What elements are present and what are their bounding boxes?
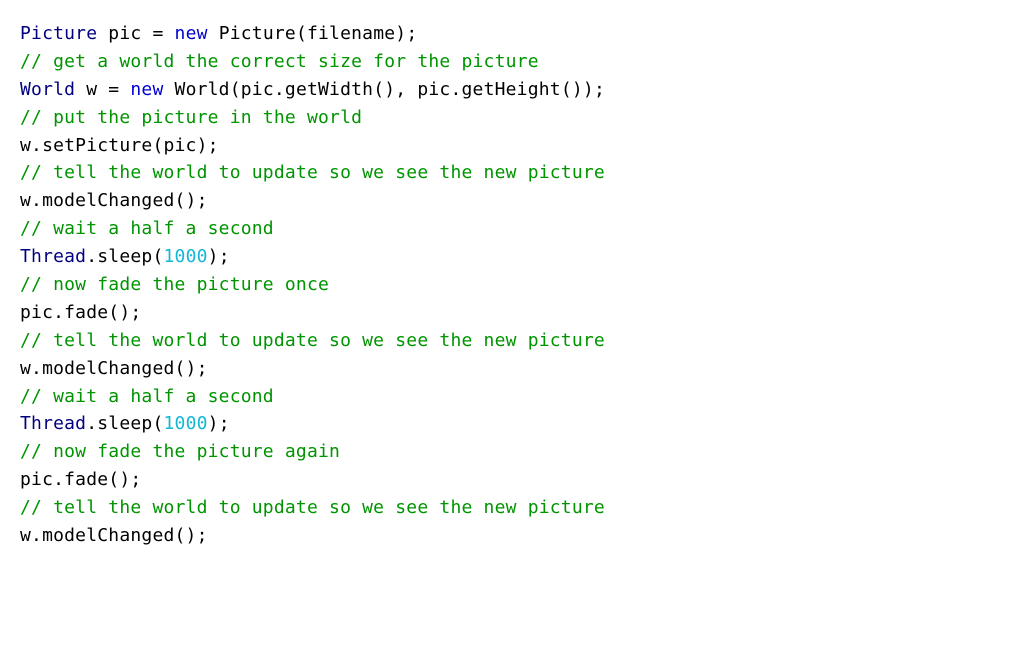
- code-token: // wait a half a second: [20, 218, 274, 239]
- code-token: // now fade the picture once: [20, 274, 329, 295]
- code-token: w.modelChanged();: [20, 190, 208, 211]
- code-token: World: [20, 79, 75, 100]
- code-token: w.modelChanged();: [20, 525, 208, 546]
- code-token: // tell the world to update so we see th…: [20, 330, 605, 351]
- code-token: 1000: [164, 246, 208, 267]
- code-token: // put the picture in the world: [20, 107, 362, 128]
- code-token: // wait a half a second: [20, 386, 274, 407]
- code-token: // get a world the correct size for the …: [20, 51, 539, 72]
- code-token: // now fade the picture again: [20, 441, 340, 462]
- code-token: );: [208, 246, 230, 267]
- code-token: pic =: [97, 23, 174, 44]
- code-token: new: [175, 23, 208, 44]
- code-token: Thread: [20, 413, 86, 434]
- code-token: pic.fade();: [20, 469, 141, 490]
- code-token: w.setPicture(pic);: [20, 135, 219, 156]
- code-snippet: Picture pic = new Picture(filename); // …: [20, 20, 1012, 550]
- code-token: w.modelChanged();: [20, 358, 208, 379]
- code-token: World(pic.getWidth(), pic.getHeight());: [164, 79, 605, 100]
- code-token: pic.fade();: [20, 302, 141, 323]
- code-token: new: [130, 79, 163, 100]
- code-token: Thread: [20, 246, 86, 267]
- code-token: );: [208, 413, 230, 434]
- code-token: Picture: [20, 23, 97, 44]
- code-token: .sleep(: [86, 246, 163, 267]
- code-token: .sleep(: [86, 413, 163, 434]
- code-token: w =: [75, 79, 130, 100]
- code-token: 1000: [164, 413, 208, 434]
- code-token: // tell the world to update so we see th…: [20, 497, 605, 518]
- code-token: Picture(filename);: [208, 23, 418, 44]
- code-token: // tell the world to update so we see th…: [20, 162, 605, 183]
